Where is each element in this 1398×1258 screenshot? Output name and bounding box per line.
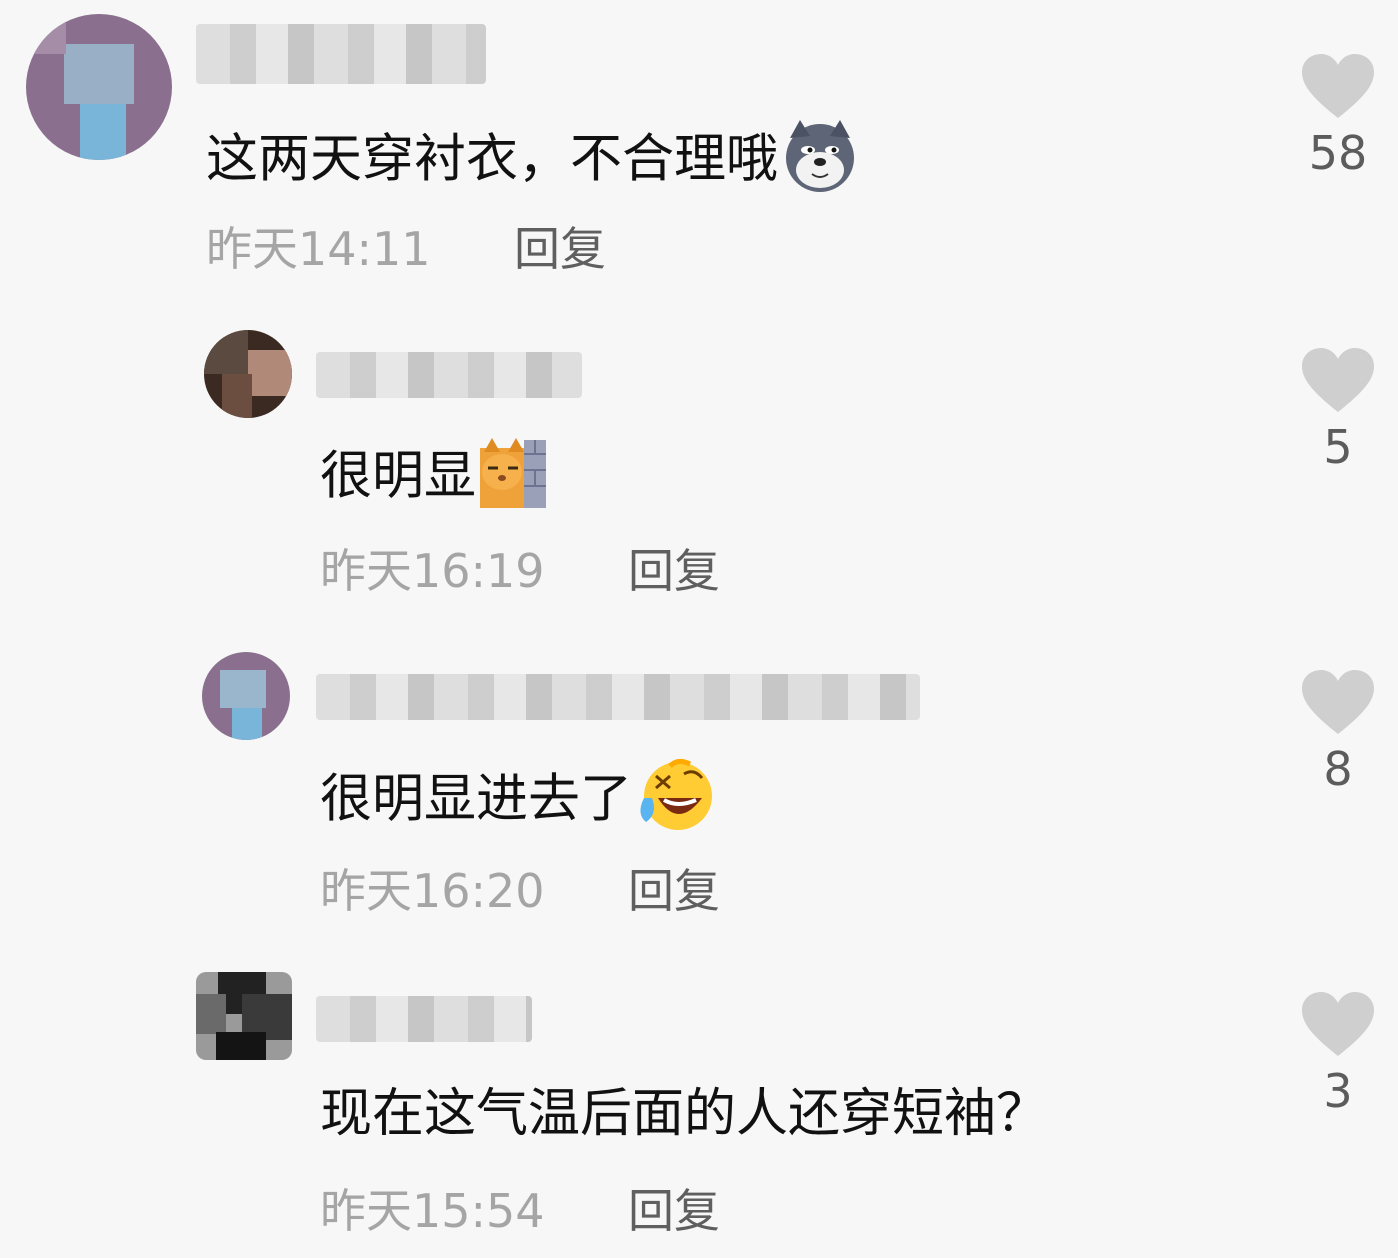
like-button[interactable]: 58 bbox=[1298, 52, 1378, 180]
reply-button[interactable]: 回复 bbox=[628, 864, 720, 918]
username-blurred[interactable] bbox=[316, 352, 582, 398]
like-button[interactable]: 8 bbox=[1298, 668, 1378, 796]
laughing-tears-emoji bbox=[636, 758, 716, 847]
reply-button[interactable]: 回复 bbox=[514, 222, 606, 276]
username-blurred[interactable] bbox=[316, 996, 532, 1042]
comment-text-content: 这两天穿衬衣，不合理哦 bbox=[206, 129, 779, 190]
reply-button[interactable]: 回复 bbox=[628, 544, 720, 598]
avatar[interactable] bbox=[204, 330, 292, 418]
reply-button[interactable]: 回复 bbox=[628, 1184, 720, 1238]
avatar[interactable] bbox=[196, 972, 292, 1060]
comment-text: 很明显 bbox=[320, 438, 547, 521]
avatar[interactable] bbox=[202, 652, 290, 740]
heart-icon bbox=[1302, 670, 1374, 734]
like-button[interactable]: 3 bbox=[1298, 990, 1378, 1118]
comment-text: 这两天穿衬衣，不合理哦 bbox=[206, 118, 858, 207]
comment-meta: 昨天16:19 bbox=[320, 544, 545, 598]
comment-text: 很明显进去了 bbox=[320, 758, 716, 847]
comment: 现在这气温后面的人还穿短袖？ 昨天15:54 回复 3 bbox=[0, 960, 1398, 1258]
like-count: 5 bbox=[1323, 420, 1353, 474]
comment-text-content: 现在这气温后面的人还穿短袖？ bbox=[320, 1084, 1049, 1144]
cat-behind-wall-emoji bbox=[480, 438, 547, 521]
comment: 很明显 昨天16:19 回复 5 bbox=[0, 320, 1398, 620]
timestamp: 昨天15:54 bbox=[320, 1184, 545, 1238]
heart-icon bbox=[1302, 54, 1374, 118]
comment-meta: 昨天15:54 bbox=[320, 1184, 545, 1238]
username-blurred[interactable] bbox=[196, 24, 486, 84]
like-count: 3 bbox=[1323, 1064, 1353, 1118]
like-count: 8 bbox=[1323, 742, 1353, 796]
comment-text-content: 很明显进去了 bbox=[320, 769, 633, 830]
avatar[interactable] bbox=[26, 14, 172, 160]
comment-meta: 昨天16:20 bbox=[320, 864, 545, 918]
timestamp: 昨天14:11 bbox=[206, 222, 431, 276]
comment-meta: 昨天14:11 bbox=[206, 222, 431, 276]
husky-doge-emoji bbox=[782, 118, 858, 207]
username-blurred[interactable] bbox=[316, 674, 920, 720]
timestamp: 昨天16:20 bbox=[320, 864, 545, 918]
like-button[interactable]: 5 bbox=[1298, 346, 1378, 474]
comment: 这两天穿衬衣，不合理哦 昨天14:11 回复 58 bbox=[0, 0, 1398, 300]
heart-icon bbox=[1302, 992, 1374, 1056]
heart-icon bbox=[1302, 348, 1374, 412]
like-count: 58 bbox=[1308, 126, 1368, 180]
timestamp: 昨天16:19 bbox=[320, 544, 545, 598]
comment-text: 现在这气温后面的人还穿短袖？ bbox=[320, 1084, 1048, 1144]
comment: 很明显进去了 昨天16:20 回复 8 bbox=[0, 640, 1398, 940]
comment-text-content: 很明显 bbox=[320, 446, 477, 507]
